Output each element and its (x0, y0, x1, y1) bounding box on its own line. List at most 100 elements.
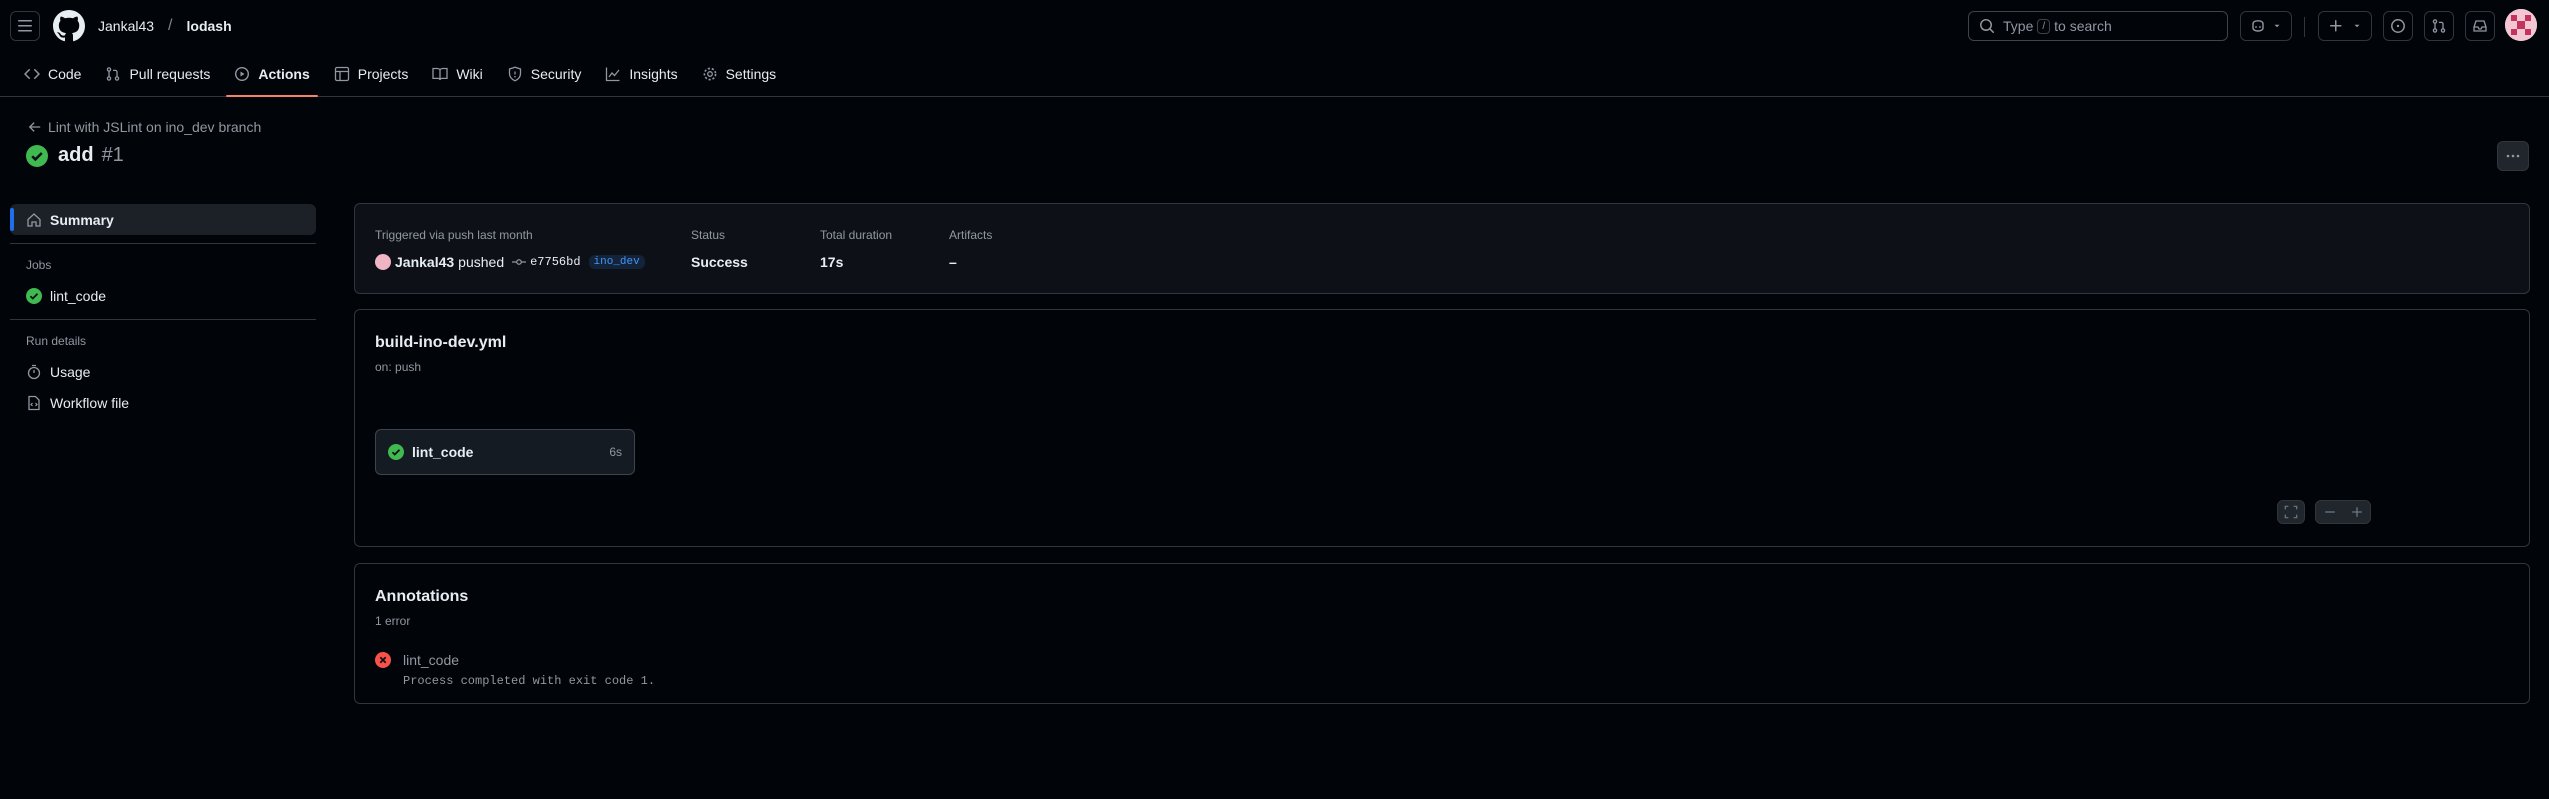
app-header: Jankal43 / lodash Type / to search Code … (0, 0, 2549, 97)
trigger-label: Triggered via push last month (375, 228, 533, 242)
chevron-down-icon (2272, 21, 2282, 31)
commit-sha: e7756bd (530, 255, 581, 269)
file-code-icon (26, 395, 42, 411)
sidebar-summary-label: Summary (50, 211, 114, 228)
breadcrumb: Jankal43 / lodash (98, 17, 232, 35)
sidebar-divider (10, 319, 316, 320)
x-circle-fill-icon (375, 652, 391, 688)
gear-icon (702, 66, 718, 82)
job-card[interactable]: lint_code 6s (375, 429, 635, 475)
stopwatch-icon (26, 364, 42, 380)
search-placeholder-suffix: to search (2054, 18, 2112, 34)
user-avatar[interactable] (2505, 9, 2537, 41)
annotations-panel: Annotations 1 error lint_code Process co… (354, 563, 2530, 704)
tab-settings-label: Settings (725, 66, 777, 82)
tab-projects[interactable]: Projects (326, 56, 417, 92)
search-shortcut-key: / (2037, 18, 2051, 34)
check-circle-fill-icon (26, 287, 42, 304)
back-to-workflow-link[interactable]: Lint with JSLint on ino_dev branch (28, 119, 261, 135)
inbox-button[interactable] (2465, 11, 2495, 41)
sidebar-item-summary[interactable]: Summary (10, 204, 316, 235)
run-sidebar: Summary Jobs lint_code Run details Usage… (10, 204, 316, 418)
sidebar-item-usage[interactable]: Usage (10, 356, 316, 387)
search-icon (1979, 18, 1995, 34)
annotations-title: Annotations (375, 588, 469, 605)
tab-insights[interactable]: Insights (597, 56, 685, 92)
duration-info: Total duration 17s (820, 228, 892, 270)
annotations-count: 1 error (375, 614, 411, 628)
more-options-button[interactable] (2497, 141, 2529, 171)
table-icon (334, 66, 350, 82)
search-input[interactable]: Type / to search (1968, 11, 2228, 41)
breadcrumb-repo-link[interactable]: lodash (187, 18, 232, 34)
sidebar-jobs-heading: Jobs (26, 258, 52, 272)
chevron-down-icon (2352, 21, 2362, 31)
breadcrumb-separator: / (168, 17, 173, 34)
run-summary-panel: Triggered via push last month Jankal43 p… (354, 203, 2530, 294)
home-icon (26, 212, 42, 228)
pull-requests-button[interactable] (2424, 11, 2454, 41)
zoom-in-icon[interactable] (2343, 505, 2370, 519)
sidebar-workflow-file-label: Workflow file (50, 394, 130, 411)
git-commit-icon (512, 255, 527, 269)
tab-code[interactable]: Code (16, 56, 89, 92)
branch-badge[interactable]: ino_dev (588, 255, 645, 269)
check-circle-fill-icon (388, 444, 404, 460)
duration-label: Total duration (820, 228, 893, 242)
tab-wiki[interactable]: Wiki (424, 56, 490, 92)
tab-pull-requests-label: Pull requests (129, 66, 211, 82)
action-text: pushed (458, 254, 505, 270)
tab-wiki-label: Wiki (456, 66, 483, 82)
tab-settings[interactable]: Settings (694, 56, 785, 92)
breadcrumb-owner-link[interactable]: Jankal43 (98, 18, 154, 34)
menu-button[interactable] (10, 11, 40, 41)
kebab-horizontal-icon (2505, 148, 2521, 164)
graph-icon (605, 66, 621, 82)
top-bar: Jankal43 / lodash Type / to search (0, 0, 2549, 52)
issue-opened-icon (2390, 18, 2406, 34)
back-link-label: Lint with JSLint on ino_dev branch (48, 119, 262, 135)
trigger-info: Triggered via push last month Jankal43 p… (375, 228, 645, 270)
annotation-item[interactable]: lint_code Process completed with exit co… (375, 652, 655, 688)
arrow-left-icon (28, 120, 42, 134)
job-card-duration: 6s (609, 445, 622, 459)
workflow-graph-panel: build-ino-dev.yml on: push lint_code 6s (354, 309, 2530, 547)
sidebar-usage-label: Usage (50, 363, 91, 380)
check-circle-fill-icon (26, 144, 48, 167)
copilot-button[interactable] (2240, 11, 2292, 41)
run-number: #1 (101, 144, 124, 166)
status-info: Status Success (691, 228, 748, 270)
create-new-button[interactable] (2318, 11, 2372, 41)
status-value: Success (691, 254, 748, 270)
sidebar-run-details-heading: Run details (26, 334, 87, 348)
status-label: Status (691, 228, 726, 242)
book-icon (432, 66, 448, 82)
screen-full-icon (2284, 505, 2298, 519)
zoom-out-icon[interactable] (2316, 505, 2343, 519)
job-card-name: lint_code (412, 444, 474, 460)
header-divider (2304, 17, 2305, 37)
github-logo-icon[interactable] (52, 10, 85, 45)
tab-actions[interactable]: Actions (226, 56, 319, 97)
trigger-detail: Jankal43 pushed e7756bd ino_dev (375, 254, 645, 270)
hamburger-icon (17, 18, 33, 34)
fullscreen-button[interactable] (2277, 500, 2305, 524)
annotation-message: Process completed with exit code 1. (403, 674, 656, 688)
workflow-trigger: on: push (375, 360, 422, 374)
inbox-icon (2472, 18, 2488, 34)
tab-code-label: Code (48, 66, 82, 82)
issues-button[interactable] (2383, 11, 2413, 41)
sidebar-item-workflow-file[interactable]: Workflow file (10, 387, 316, 418)
tab-security[interactable]: Security (499, 56, 590, 92)
annotation-job[interactable]: lint_code (403, 652, 655, 668)
pull-request-icon (105, 66, 121, 82)
sidebar-item-job[interactable]: lint_code (10, 280, 316, 311)
run-title-text: add (58, 144, 94, 166)
tab-pull-requests[interactable]: Pull requests (97, 56, 218, 92)
tab-actions-label: Actions (258, 66, 310, 82)
commit-sha-link[interactable]: e7756bd (512, 255, 581, 269)
search-placeholder-prefix: Type (2003, 18, 2034, 34)
play-icon (234, 66, 250, 82)
shield-icon (507, 66, 523, 82)
actor-link[interactable]: Jankal43 (395, 254, 454, 270)
